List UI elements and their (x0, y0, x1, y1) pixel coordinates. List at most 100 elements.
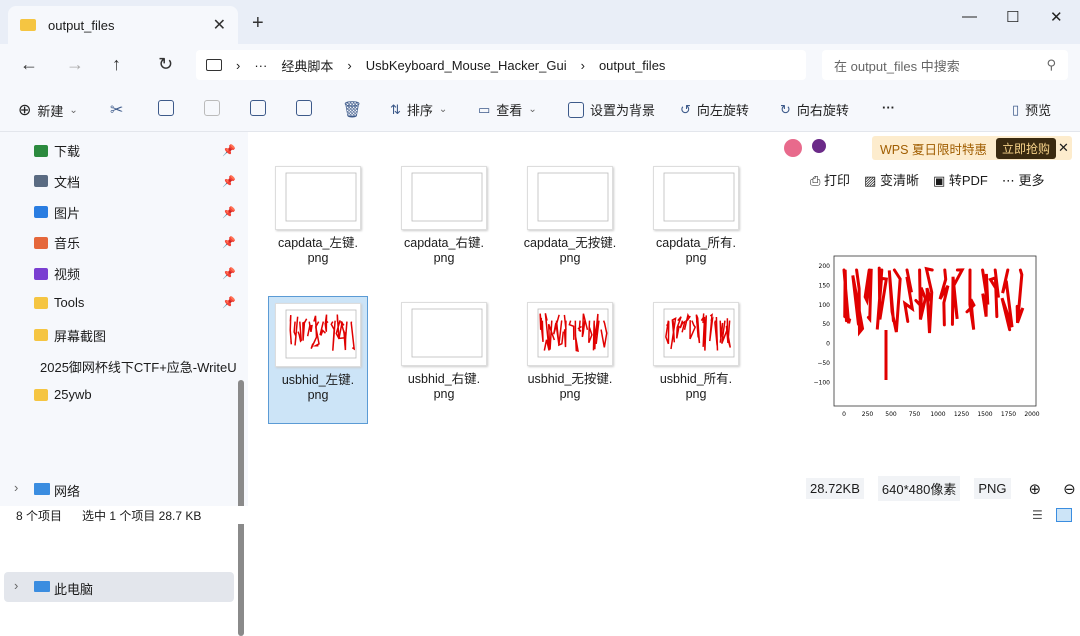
file-format: PNG (974, 478, 1011, 499)
delete-button[interactable]: 🗑 (342, 100, 362, 120)
file-extension: png (433, 251, 455, 265)
drawing-stroke (310, 315, 318, 349)
sidebar-item[interactable]: 视频 📌 (34, 264, 236, 283)
copy-icon (158, 100, 174, 116)
maximize-button[interactable]: ☐ (1006, 8, 1019, 26)
refresh-button[interactable]: ↻ (158, 54, 173, 75)
zoom-in-icon[interactable]: ⊕ (1025, 477, 1046, 501)
plot-frame (537, 172, 609, 222)
file-item[interactable]: usbhid_左键. png (268, 296, 368, 424)
x-tick-label: 750 (909, 411, 921, 418)
file-item[interactable]: capdata_左键. png (268, 160, 368, 288)
print-button[interactable]: ⎙ 打印 (810, 170, 850, 189)
rotate-left-button[interactable]: ↺ 向左旋转 (680, 100, 749, 119)
set-background-button[interactable]: 设置为背景 (568, 100, 655, 119)
folder-icon (34, 329, 48, 342)
sidebar-item[interactable]: 屏幕截图 (34, 326, 234, 345)
rename-button[interactable] (250, 100, 266, 116)
drawing-stroke (670, 317, 677, 350)
breadcrumb-item[interactable]: 经典脚本 (281, 56, 333, 75)
sidebar-item[interactable]: 2025御网杯线下CTF+应急-WriteU (34, 357, 237, 376)
file-item[interactable]: capdata_右键. png (394, 160, 494, 288)
file-thumbnail (275, 303, 361, 367)
sort-button[interactable]: ⇅ 排序 ⌄ (390, 100, 447, 119)
back-button[interactable]: ← (20, 54, 38, 75)
rotate-right-button[interactable]: ↻ 向右旋转 (780, 100, 849, 119)
drawing-stroke (981, 268, 990, 317)
file-item[interactable]: capdata_无按键. png (520, 160, 620, 288)
drawing-stroke (324, 314, 329, 332)
file-item[interactable]: capdata_所有. png (646, 160, 746, 288)
sidebar-item-label: 2025御网杯线下CTF+应急-WriteU (40, 359, 237, 375)
zoom-out-icon[interactable]: ⊖ (1059, 477, 1080, 501)
drawing-stroke (709, 313, 714, 342)
file-name: usbhid_左键. (281, 373, 355, 387)
paste-icon (204, 100, 220, 116)
sidebar-item-label: Tools (54, 295, 85, 310)
y-tick-label: 100 (819, 302, 831, 309)
sidebar-item[interactable]: 音乐 📌 (34, 233, 236, 252)
to-pdf-button[interactable]: ▣ 转PDF (933, 170, 988, 189)
new-button[interactable]: ⊕ 新建 ⌄ (18, 100, 78, 120)
drawing-stroke (558, 320, 565, 347)
more-button[interactable]: ··· (882, 100, 895, 115)
breadcrumb-more[interactable]: ··· (254, 58, 267, 73)
chevron-right-icon: › (14, 578, 19, 593)
sidebar-item[interactable]: 文档 📌 (34, 172, 236, 191)
tab-output-files[interactable]: output_files ✕ (8, 6, 238, 44)
view-button[interactable]: ▭ 查看 ⌄ (478, 100, 537, 119)
to-pdf-label: 转PDF (948, 173, 988, 188)
share-button[interactable] (296, 100, 312, 116)
paste-button[interactable] (204, 100, 220, 116)
drawing-stroke (289, 315, 293, 345)
minimize-button[interactable]: — (962, 8, 977, 25)
rotate-right-label: 向右旋转 (796, 103, 849, 118)
y-tick-label: 50 (822, 321, 830, 328)
wps-buy-button[interactable]: 立即抢购 (996, 138, 1057, 159)
more-button[interactable]: ⋯ 更多 (1002, 170, 1045, 189)
rotate-left-label: 向左旋转 (696, 103, 749, 118)
sidebar-item[interactable]: Tools 📌 (34, 295, 236, 310)
drawing-stroke (574, 320, 579, 352)
avatar[interactable] (784, 139, 802, 157)
drawing-stroke (350, 321, 356, 351)
wps-promo-banner[interactable]: WPS 夏日限时特惠 立即抢购 (872, 136, 1072, 160)
breadcrumb[interactable]: › ··· 经典脚本 › UsbKeyboard_Mouse_Hacker_Gu… (196, 50, 806, 80)
forward-button[interactable]: → (66, 54, 84, 75)
up-button[interactable]: ↑ (112, 54, 121, 75)
drawing-stroke (547, 320, 556, 350)
breadcrumb-item[interactable]: UsbKeyboard_Mouse_Hacker_Gui (366, 58, 567, 73)
sidebar-item-network[interactable]: › 网络 (4, 478, 234, 504)
trash-icon: 🗑 (342, 102, 363, 119)
sidebar-item[interactable]: 图片 📌 (34, 203, 236, 222)
new-tab-button[interactable]: + (252, 12, 264, 35)
cut-button[interactable]: ✂ (110, 100, 123, 120)
file-item[interactable]: usbhid_所有. png (646, 296, 746, 424)
more-label: 更多 (1018, 173, 1045, 188)
close-icon[interactable]: ✕ (1058, 140, 1069, 156)
details-view-icon[interactable]: ☰ (1032, 508, 1043, 522)
drawing-stroke (581, 313, 589, 338)
sharpen-button[interactable]: ▨ 变清晰 (864, 170, 919, 189)
search-input[interactable]: 在 output_files 中搜索 ⚲ (822, 50, 1068, 80)
file-item[interactable]: usbhid_右键. png (394, 296, 494, 424)
view-label: 查看 (496, 103, 523, 118)
monitor-icon (34, 581, 50, 592)
copy-button[interactable] (158, 100, 174, 116)
plot-frame (411, 308, 483, 358)
file-item[interactable]: usbhid_无按键. png (520, 296, 620, 424)
sidebar-item[interactable]: 25ywb (34, 387, 234, 402)
drawing-stroke (330, 320, 336, 351)
thumbnail-plot (411, 172, 483, 222)
navigation-pane: 下载 📌 文档 📌 图片 📌 音乐 📌 视频 📌 Tools 📌 屏幕截图 2025御网杯线下CTF+应急… (0, 132, 248, 636)
preview-button[interactable]: ▯ 预览 (1012, 100, 1051, 119)
sidebar-item-this-pc[interactable]: › 此电脑 (4, 572, 234, 602)
close-window-button[interactable]: ✕ (1050, 8, 1063, 26)
tiles-view-icon[interactable] (1056, 508, 1072, 522)
file-thumbnail (401, 166, 487, 230)
close-tab-icon[interactable]: ✕ (213, 15, 226, 35)
chevron-right-icon: › (347, 57, 352, 73)
folder-icon (34, 296, 48, 309)
sidebar-item[interactable]: 下载 📌 (34, 141, 236, 160)
breadcrumb-item[interactable]: output_files (599, 58, 666, 73)
